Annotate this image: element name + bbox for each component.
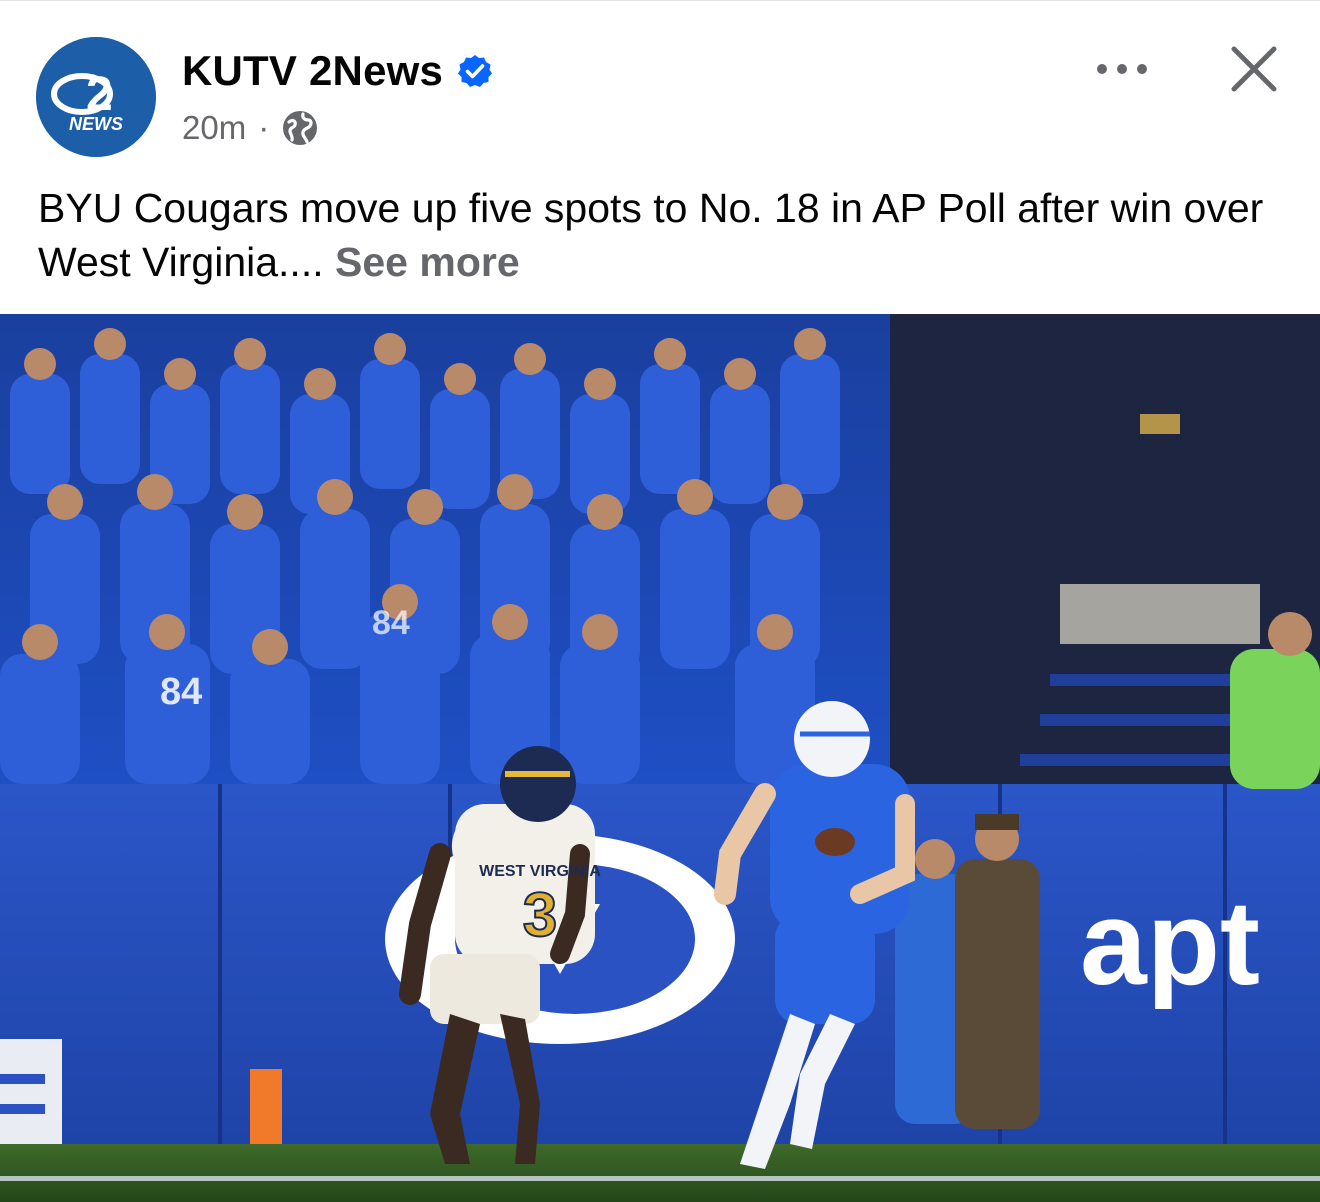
caption-text: BYU Cougars move up five spots to No. 18… [38,185,1264,285]
page-name[interactable]: KUTV 2News [182,47,443,95]
close-icon[interactable] [1226,41,1282,97]
verified-badge-icon [458,55,493,87]
pylon [250,1069,282,1149]
kutv-logo-icon: 2 NEWS [36,37,156,157]
see-more-link[interactable]: See more [335,239,520,285]
feed-post: 2 NEWS KUTV 2News 20m · BYU Cougars move [0,0,1320,1202]
post-caption: BYU Cougars move up five spots to No. 18… [38,181,1288,289]
page-name-row: KUTV 2News [182,47,493,95]
post-timestamp[interactable]: 20m [182,109,246,147]
more-options-icon[interactable] [1090,51,1154,87]
logo-word: NEWS [69,114,123,134]
globe-icon [283,111,318,145]
wvu-wordmark: WEST VIRGINIA [479,863,601,880]
svg-text:84: 84 [372,604,410,642]
football-photo: 84 84 apt WEST VIRGINIA 3 [0,314,1320,1202]
field [0,1144,1320,1202]
crowd-jersey-number: 84 [160,671,202,713]
post-meta: 20m · [182,109,319,147]
sponsor-text: apt [1080,876,1260,1010]
wvu-number: 3 [523,881,557,950]
page-avatar[interactable]: 2 NEWS [36,37,156,157]
post-photo[interactable]: 84 84 apt WEST VIRGINIA 3 [0,314,1320,1202]
meta-separator: · [258,109,270,146]
